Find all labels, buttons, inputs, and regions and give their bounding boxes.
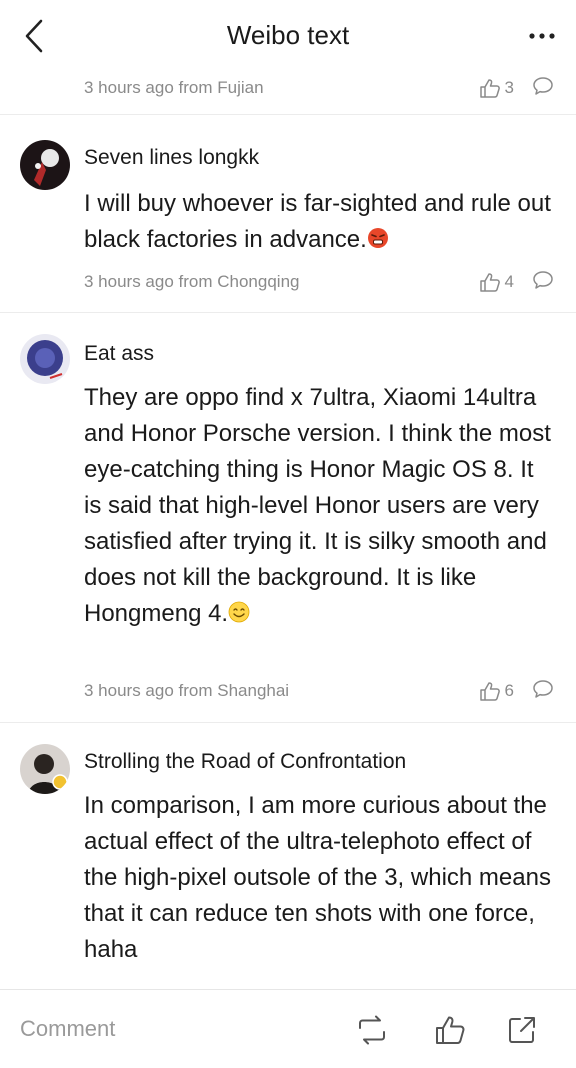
comment-text: I will buy whoever is far-sighted and ru… xyxy=(84,186,554,258)
page-title: Weibo text xyxy=(226,20,350,50)
avatar-image xyxy=(20,334,70,384)
comment-bubble-icon xyxy=(533,679,553,698)
thumbs-up-icon xyxy=(436,1016,465,1044)
username[interactable]: Seven lines longkk xyxy=(84,146,259,170)
like-count: 6 xyxy=(504,681,514,700)
divider xyxy=(0,312,576,313)
comment-bubble-icon xyxy=(533,270,553,289)
share-icon xyxy=(509,1017,535,1043)
like-count: 3 xyxy=(504,78,514,97)
comment-input[interactable]: Comment xyxy=(20,1016,115,1042)
repost-icon xyxy=(359,1015,385,1045)
like-button[interactable]: 4 xyxy=(479,272,514,292)
username[interactable]: Strolling the Road of Confrontation xyxy=(84,750,406,774)
like-button[interactable]: 3 xyxy=(479,78,514,98)
avatar-image xyxy=(20,140,70,190)
divider xyxy=(0,722,576,723)
avatar[interactable] xyxy=(20,140,70,190)
comment-feed[interactable]: 3 hours ago from Fujian 3 Seven lines lo… xyxy=(0,72,576,990)
bottom-action-bar: Comment xyxy=(0,989,576,1068)
comment-text: They are oppo find x 7ultra, Xiaomi 14ul… xyxy=(84,380,554,632)
previous-comment-meta: 3 hours ago from Fujian 3 xyxy=(84,72,554,104)
divider xyxy=(0,114,576,115)
more-button[interactable] xyxy=(522,20,562,52)
username[interactable]: Eat ass xyxy=(84,342,154,366)
comment-meta: 3 hours ago from Shanghai 6 xyxy=(84,675,554,707)
comment-meta: 3 hours ago from Chongqing 4 xyxy=(84,266,554,298)
time-location: 3 hours ago from Fujian xyxy=(84,78,264,97)
avatar[interactable] xyxy=(20,334,70,384)
like-post-button[interactable] xyxy=(432,1012,468,1048)
time-location: 3 hours ago from Shanghai xyxy=(84,681,290,700)
comment-body: They are oppo find x 7ultra, Xiaomi 14ul… xyxy=(84,384,551,627)
comment-text: In comparison, I am more curious about t… xyxy=(84,792,551,963)
reply-button[interactable] xyxy=(532,679,554,704)
like-button[interactable]: 6 xyxy=(479,681,514,701)
avatar-image xyxy=(20,744,70,794)
thumbs-up-icon xyxy=(479,79,500,98)
thumbs-up-icon xyxy=(479,682,500,701)
like-count: 4 xyxy=(504,272,514,291)
repost-button[interactable] xyxy=(354,1012,390,1048)
reply-button[interactable] xyxy=(532,270,554,295)
time-location: 3 hours ago from Chongqing xyxy=(84,272,300,291)
reply-button[interactable] xyxy=(532,76,554,101)
weibo-comments-screen: Weibo text 3 hours ago from Fujian 3 Sev… xyxy=(0,0,576,1068)
comment-bubble-icon xyxy=(533,76,553,95)
share-button[interactable] xyxy=(504,1012,540,1048)
more-dots-icon xyxy=(529,33,555,39)
avatar[interactable] xyxy=(20,744,70,794)
thumbs-up-icon xyxy=(479,273,500,292)
angry-emoji-icon xyxy=(367,228,388,248)
smile-emoji-icon xyxy=(228,601,250,623)
comment-body: I will buy whoever is far-sighted and ru… xyxy=(84,190,551,253)
top-nav-bar: Weibo text xyxy=(0,0,576,72)
